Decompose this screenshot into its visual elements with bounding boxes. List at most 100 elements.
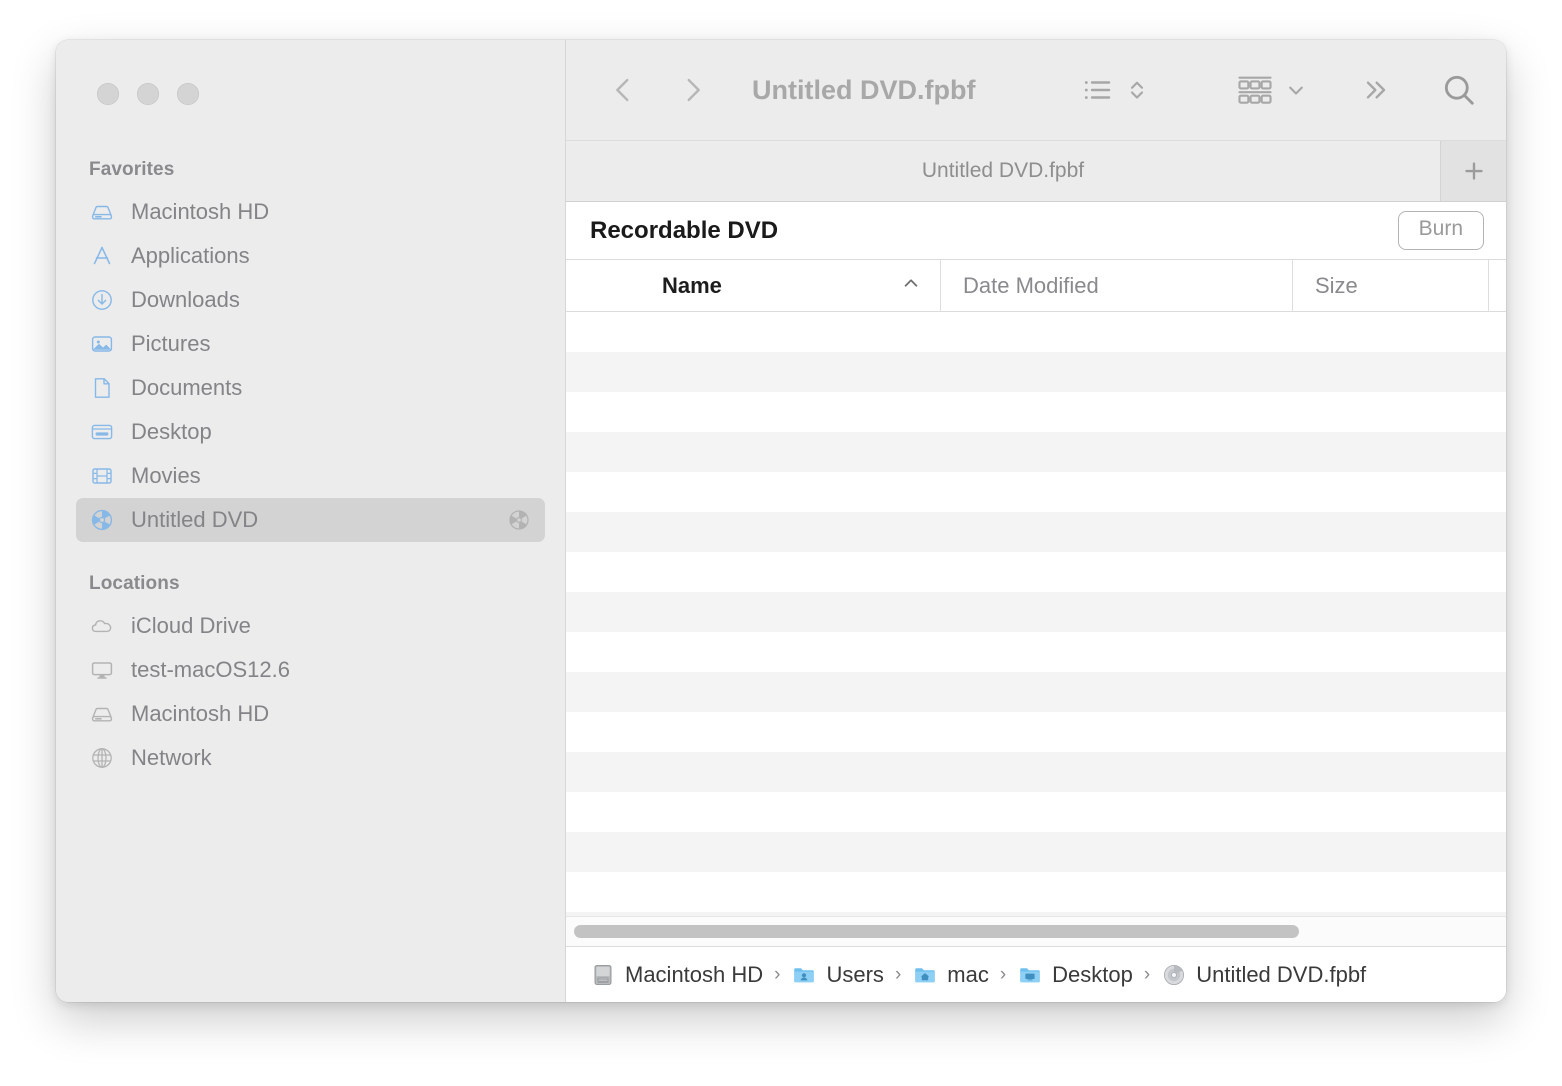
burn-button[interactable]: Burn — [1398, 211, 1484, 249]
sidebar-item-desktop[interactable]: Desktop — [76, 410, 545, 454]
sidebar-item-untitled-dvd[interactable]: Untitled DVD — [76, 498, 545, 542]
zoom-button[interactable] — [177, 83, 199, 105]
file-list[interactable] — [566, 312, 1506, 916]
harddisk-gray-icon — [590, 962, 616, 988]
eject-disc-icon[interactable] — [507, 508, 531, 532]
sidebar-item-label: Untitled DVD — [131, 507, 491, 533]
table-row[interactable] — [566, 912, 1506, 916]
desktop-folder-icon — [1017, 962, 1043, 988]
display-icon — [89, 657, 115, 683]
table-row[interactable] — [566, 432, 1506, 472]
column-header-name[interactable]: Name — [566, 260, 940, 311]
table-row[interactable] — [566, 592, 1506, 632]
navigation-buttons — [606, 73, 710, 107]
column-header-label: Name — [662, 273, 722, 299]
sidebar-item-label: test-macOS12.6 — [131, 657, 531, 683]
breadcrumb-untitled-dvd[interactable]: Untitled DVD.fpbf — [1161, 962, 1366, 988]
table-row[interactable] — [566, 792, 1506, 832]
table-row[interactable] — [566, 352, 1506, 392]
sidebar-item-label: Applications — [131, 243, 531, 269]
table-row[interactable] — [566, 672, 1506, 712]
column-header-date-modified[interactable]: Date Modified — [940, 260, 1292, 311]
recordable-dvd-title: Recordable DVD — [590, 217, 778, 245]
table-row[interactable] — [566, 632, 1506, 672]
sidebar-item-label: Movies — [131, 463, 531, 489]
table-row[interactable] — [566, 712, 1506, 752]
sidebar-item-pictures[interactable]: Pictures — [76, 322, 545, 366]
pictures-icon — [89, 331, 115, 357]
movies-icon — [89, 463, 115, 489]
close-button[interactable] — [97, 83, 119, 105]
table-row[interactable] — [566, 552, 1506, 592]
column-header-spacer — [1488, 260, 1506, 311]
sidebar-item-downloads[interactable]: Downloads — [76, 278, 545, 322]
users-folder-icon — [791, 962, 817, 988]
breadcrumb-desktop[interactable]: Desktop — [1017, 962, 1133, 988]
tab-label: Untitled DVD.fpbf — [922, 159, 1084, 183]
burn-disc-icon — [89, 507, 115, 533]
horizontal-scrollbar[interactable] — [566, 916, 1506, 946]
list-view-button[interactable] — [1080, 72, 1116, 108]
disc-icon — [1161, 962, 1187, 988]
sidebar-item-network[interactable]: Network — [76, 736, 545, 780]
sidebar-item-test-macos[interactable]: test-macOS12.6 — [76, 648, 545, 692]
sidebar-item-documents[interactable]: Documents — [76, 366, 545, 410]
applications-icon — [89, 243, 115, 269]
traffic-light-buttons — [97, 83, 199, 105]
sidebar-section-favorites-title: Favorites — [56, 150, 565, 190]
desktop-icon — [89, 419, 115, 445]
window-title: Untitled DVD.fpbf — [752, 75, 975, 106]
path-bar: Macintosh HD › Users › — [566, 946, 1506, 1002]
breadcrumb-label: Macintosh HD — [625, 962, 763, 988]
table-row[interactable] — [566, 312, 1506, 352]
minimize-button[interactable] — [137, 83, 159, 105]
search-button[interactable] — [1440, 71, 1478, 109]
column-header-label: Size — [1315, 273, 1358, 299]
sidebar-item-macintosh-hd[interactable]: Macintosh HD — [76, 190, 545, 234]
forward-button[interactable] — [676, 73, 710, 107]
sidebar: Favorites Macintosh HD — [56, 40, 566, 1002]
toolbar-right-group — [1080, 71, 1478, 109]
breadcrumb-label: Desktop — [1052, 962, 1133, 988]
tab-untitled-dvd[interactable]: Untitled DVD.fpbf — [566, 141, 1440, 201]
table-row[interactable] — [566, 832, 1506, 872]
toolbar: Untitled DVD.fpbf — [566, 40, 1506, 140]
harddisk-icon — [89, 701, 115, 727]
sidebar-section-locations-title: Locations — [56, 564, 565, 604]
plus-icon — [1459, 156, 1489, 186]
breadcrumb-separator: › — [1000, 964, 1006, 986]
more-actions-button[interactable] — [1360, 74, 1392, 106]
harddisk-icon — [89, 199, 115, 225]
breadcrumb-macintosh-hd[interactable]: Macintosh HD — [590, 962, 763, 988]
sort-order-button[interactable] — [1122, 72, 1152, 108]
table-row[interactable] — [566, 872, 1506, 912]
back-button[interactable] — [606, 73, 640, 107]
breadcrumb-mac[interactable]: mac — [912, 962, 989, 988]
sidebar-item-applications[interactable]: Applications — [76, 234, 545, 278]
breadcrumb-label: Untitled DVD.fpbf — [1196, 962, 1366, 988]
column-header-label: Date Modified — [963, 273, 1099, 299]
downloads-icon — [89, 287, 115, 313]
column-header-size[interactable]: Size — [1292, 260, 1488, 311]
table-row[interactable] — [566, 472, 1506, 512]
breadcrumb-separator: › — [1144, 964, 1150, 986]
sidebar-item-macintosh-hd-location[interactable]: Macintosh HD — [76, 692, 545, 736]
sidebar-item-label: iCloud Drive — [131, 613, 531, 639]
breadcrumb-separator: › — [774, 964, 780, 986]
home-folder-icon — [912, 962, 938, 988]
tab-bar: Untitled DVD.fpbf — [566, 140, 1506, 202]
sidebar-item-label: Downloads — [131, 287, 531, 313]
sidebar-item-label: Macintosh HD — [131, 701, 531, 727]
new-tab-button[interactable] — [1440, 141, 1506, 201]
sidebar-item-icloud-drive[interactable]: iCloud Drive — [76, 604, 545, 648]
table-row[interactable] — [566, 512, 1506, 552]
chevron-down-icon[interactable] — [1282, 76, 1310, 104]
table-row[interactable] — [566, 752, 1506, 792]
group-by-button[interactable] — [1234, 71, 1276, 109]
table-row[interactable] — [566, 392, 1506, 432]
column-headers: Name Date Modified Size — [566, 260, 1506, 312]
scrollbar-thumb[interactable] — [574, 925, 1299, 938]
sidebar-item-movies[interactable]: Movies — [76, 454, 545, 498]
globe-icon — [89, 745, 115, 771]
breadcrumb-users[interactable]: Users — [791, 962, 883, 988]
